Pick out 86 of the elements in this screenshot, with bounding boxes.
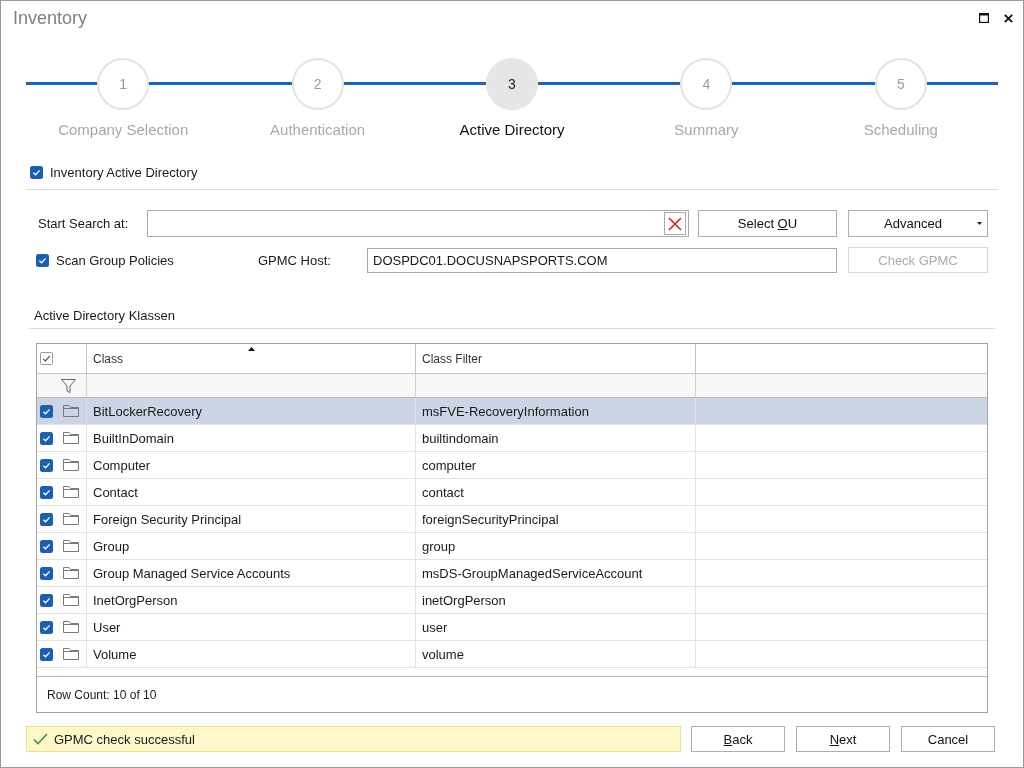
back-button[interactable]: Back <box>691 726 785 752</box>
step-label: Authentication <box>270 121 366 139</box>
status-text: GPMC check successful <box>54 731 195 747</box>
table-row[interactable]: InetOrgPerson inetOrgPerson <box>37 587 987 614</box>
folder-icon <box>63 594 79 606</box>
checkbox[interactable] <box>40 539 53 553</box>
advanced-button[interactable]: Advanced <box>848 210 988 237</box>
step-indicator: 2 <box>291 58 344 110</box>
cross-icon <box>668 216 682 231</box>
step-label: Active Directory <box>459 121 565 139</box>
checkbox-label: Inventory Active Directory <box>50 164 198 180</box>
table-cell: User <box>93 619 121 635</box>
step-indicator: 4 <box>680 58 733 110</box>
table-row[interactable]: User user <box>37 614 987 641</box>
table-cell: InetOrgPerson <box>93 592 178 608</box>
table-cell: group <box>422 538 456 554</box>
checkbox[interactable] <box>40 458 53 472</box>
step-label: Scheduling <box>863 121 938 139</box>
check-icon <box>33 733 48 745</box>
maximize-icon[interactable] <box>979 13 989 23</box>
row-count: Row Count: 10 of 10 <box>47 687 157 702</box>
filter-icon <box>61 378 76 393</box>
table-row[interactable]: BuiltInDomain builtindomain <box>37 425 987 452</box>
table-cell: msFVE-RecoveryInformation <box>422 403 589 419</box>
checkbox[interactable] <box>40 485 53 499</box>
table-cell: msDS-GroupManagedServiceAccount <box>422 565 643 581</box>
table-cell: BitLockerRecovery <box>93 403 203 419</box>
table-cell: Computer <box>93 457 151 473</box>
checkbox[interactable] <box>40 352 53 365</box>
step-indicator: 5 <box>874 58 927 110</box>
table-cell: computer <box>422 457 477 473</box>
clear-button[interactable] <box>664 212 686 235</box>
step-label: Summary <box>674 121 739 139</box>
section-title: Active Directory Klassen <box>34 308 175 323</box>
folder-icon <box>63 459 79 471</box>
folder-icon <box>63 432 79 444</box>
table-row[interactable]: Computer computer <box>37 452 987 479</box>
folder-icon <box>63 540 79 552</box>
table-cell: Group Managed Service Accounts <box>93 565 291 581</box>
checkbox-label: Scan Group Policies <box>56 252 174 268</box>
close-icon[interactable] <box>1004 13 1013 23</box>
next-button[interactable]: Next <box>796 726 890 752</box>
checkbox[interactable] <box>40 431 53 445</box>
checkbox[interactable] <box>40 620 53 634</box>
step-indicator: 3 <box>486 58 538 110</box>
folder-icon <box>63 648 79 660</box>
checkbox[interactable] <box>36 253 49 267</box>
table-cell: user <box>422 619 448 635</box>
step-indicator: 1 <box>97 58 150 110</box>
step-label: Company Selection <box>58 121 189 139</box>
table-cell: Volume <box>93 646 137 662</box>
search-field[interactable] <box>147 210 689 237</box>
table-cell: inetOrgPerson <box>422 592 506 608</box>
table-cell: volume <box>422 646 464 662</box>
table-row[interactable]: Group Managed Service Accounts msDS-GroupManagedServiceAccount <box>37 560 987 587</box>
folder-icon <box>63 405 79 417</box>
table-cell: foreignSecurityPrincipal <box>422 511 559 527</box>
table-row[interactable]: BitLockerRecovery msFVE-RecoveryInformation <box>37 398 987 425</box>
table-cell: Foreign Security Principal <box>93 511 242 527</box>
checkbox[interactable] <box>40 512 53 526</box>
table-cell: BuiltInDomain <box>93 430 174 446</box>
table-cell: builtindomain <box>422 430 499 446</box>
field-label: GPMC Host: <box>258 252 332 268</box>
select-ou-button[interactable]: Select OU <box>698 210 837 237</box>
window-title: Inventory <box>13 7 89 29</box>
folder-icon <box>63 513 79 525</box>
host-field[interactable]: DOSPDC01.DOCUSNAPSPORTS.COM <box>367 247 837 273</box>
column-header[interactable]: Class Filter <box>416 351 482 366</box>
table-row[interactable]: Group group <box>37 533 987 560</box>
column-header[interactable]: Class <box>87 351 123 366</box>
checkbox[interactable] <box>30 165 43 179</box>
checkbox[interactable] <box>40 404 53 418</box>
checkbox[interactable] <box>40 647 53 661</box>
table-row[interactable]: Volume volume <box>37 641 987 668</box>
checkbox[interactable] <box>40 566 53 580</box>
table-cell: contact <box>422 484 464 500</box>
field-label: Start Search at: <box>38 216 130 231</box>
folder-icon <box>63 567 79 579</box>
folder-icon <box>63 621 79 633</box>
table-row[interactable]: Contact contact <box>37 479 987 506</box>
table-cell: Group <box>93 538 130 554</box>
table-row[interactable]: Foreign Security Principal foreignSecurityPrincipal <box>37 506 987 533</box>
checkbox[interactable] <box>40 593 53 607</box>
cancel-button[interactable]: Cancel <box>901 726 995 752</box>
folder-icon <box>63 486 79 498</box>
table-cell: Contact <box>93 484 138 500</box>
